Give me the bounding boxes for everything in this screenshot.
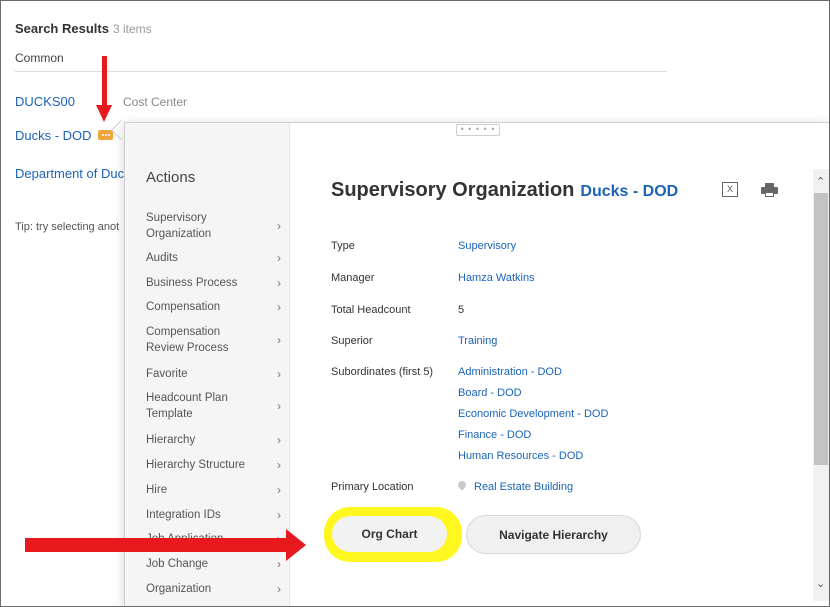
chevron-right-icon: ›	[277, 399, 281, 413]
action-label: Hierarchy Structure	[146, 459, 246, 471]
annotation-arrow-right-head	[286, 529, 306, 561]
annotation-arrow-down	[102, 56, 107, 108]
navigate-hierarchy-button[interactable]: Navigate Hierarchy	[466, 515, 641, 554]
results-divider	[15, 71, 667, 72]
scroll-down-icon[interactable]: ⌄	[816, 577, 825, 590]
chevron-right-icon: ›	[277, 219, 281, 233]
action-item-supervisory-organization[interactable]: Supervisory Organization ›	[146, 210, 281, 242]
annotation-arrow-down-head	[96, 105, 112, 122]
action-label: Compensation	[146, 301, 221, 313]
results-category: Common	[15, 51, 64, 65]
print-icon[interactable]	[761, 183, 778, 197]
export-excel-icon[interactable]: X	[722, 182, 738, 197]
page-title: Supervisory Organization Ducks - DOD	[331, 179, 678, 202]
headcount-label: Total Headcount	[331, 304, 411, 316]
action-item-business-process[interactable]: Business Process ›	[146, 275, 281, 291]
chevron-right-icon: ›	[277, 458, 281, 472]
scroll-up-icon[interactable]: ⌃	[816, 175, 825, 188]
action-label: Compensation Review Process	[146, 326, 229, 354]
search-results-title: Search Results 3 items	[15, 21, 152, 36]
action-item-compensation[interactable]: Compensation ›	[146, 299, 281, 315]
subordinate-link[interactable]: Finance - DOD	[458, 429, 531, 441]
location-value[interactable]: Real Estate Building	[456, 479, 573, 493]
action-label: Organization	[146, 583, 212, 595]
action-item-hire[interactable]: Hire ›	[146, 482, 281, 498]
chevron-right-icon: ›	[277, 367, 281, 381]
chevron-right-icon: ›	[277, 333, 281, 347]
screen: Search Results 3 items Common DUCKS00 Cos…	[0, 0, 830, 607]
actions-title: Actions	[146, 169, 196, 186]
search-tip: Tip: try selecting anot	[15, 221, 120, 233]
action-label: Job Change	[146, 558, 209, 570]
chevron-right-icon: ›	[277, 483, 281, 497]
actions-panel: Actions Supervisory Organization › Audits…	[125, 123, 290, 606]
org-chart-button[interactable]: Org Chart	[332, 516, 447, 552]
location-link[interactable]: Real Estate Building	[474, 481, 573, 493]
action-label: Business Process	[146, 277, 238, 289]
scroll-thumb[interactable]	[814, 193, 828, 465]
action-item-headcount-plan-template[interactable]: Headcount Plan Template ›	[146, 390, 281, 422]
result-link-department[interactable]: Department of Duc	[15, 166, 124, 181]
annotation-arrow-right	[25, 538, 290, 552]
action-item-job-change[interactable]: Job Change ›	[146, 556, 281, 572]
action-item-hierarchy-structure[interactable]: Hierarchy Structure ›	[146, 457, 281, 473]
chevron-right-icon: ›	[277, 251, 281, 265]
action-label: Hire	[146, 484, 168, 496]
type-label: Type	[331, 240, 355, 252]
result-subtitle-cost-center: Cost Center	[123, 95, 188, 109]
action-label: Audits	[146, 252, 178, 264]
action-item-audits[interactable]: Audits ›	[146, 250, 281, 266]
location-label: Primary Location	[331, 481, 414, 493]
chevron-right-icon: ›	[277, 508, 281, 522]
action-label: Favorite	[146, 368, 188, 380]
action-item-compensation-review-process[interactable]: Compensation Review Process ›	[146, 324, 281, 356]
superior-value-link[interactable]: Training	[458, 335, 497, 347]
action-label: Hierarchy	[146, 434, 196, 446]
chevron-right-icon: ›	[277, 300, 281, 314]
chevron-right-icon: ›	[277, 433, 281, 447]
scrollbar[interactable]: ⌃ ⌄	[813, 169, 829, 601]
org-name-link[interactable]: Ducks - DOD	[580, 183, 678, 200]
headcount-value: 5	[458, 304, 465, 316]
subordinate-link[interactable]: Board - DOD	[458, 387, 522, 399]
subordinate-link[interactable]: Economic Development - DOD	[458, 408, 608, 420]
chevron-right-icon: ›	[277, 557, 281, 571]
manager-value-link[interactable]: Hamza Watkins	[458, 272, 535, 284]
chevron-right-icon: ›	[277, 582, 281, 596]
action-label: Headcount Plan Template	[146, 392, 228, 420]
result-link-ducks00[interactable]: DUCKS00	[15, 94, 75, 109]
subordinate-link[interactable]: Administration - DOD	[458, 366, 562, 378]
action-item-hierarchy[interactable]: Hierarchy ›	[146, 432, 281, 448]
subordinate-link[interactable]: Human Resources - DOD	[458, 450, 583, 462]
chevron-right-icon: ›	[277, 276, 281, 290]
drag-handle[interactable]: • • • • •	[456, 124, 500, 136]
result-link-ducks-dod[interactable]: Ducks - DOD	[15, 128, 92, 143]
type-value-link[interactable]: Supervisory	[458, 240, 516, 252]
related-actions-icon[interactable]	[98, 130, 113, 140]
manager-label: Manager	[331, 272, 375, 284]
action-item-organization[interactable]: Organization ›	[146, 581, 281, 597]
action-label: Supervisory Organization	[146, 212, 212, 240]
action-item-integration-ids[interactable]: Integration IDs ›	[146, 507, 281, 523]
page-title-text: Supervisory Organization	[331, 179, 575, 201]
action-label: Integration IDs	[146, 509, 221, 521]
superior-label: Superior	[331, 335, 373, 347]
results-count: 3 items	[112, 22, 152, 36]
action-item-favorite[interactable]: Favorite ›	[146, 366, 281, 382]
subordinates-label: Subordinates (first 5)	[331, 366, 434, 378]
related-actions-popup: • • • • • Actions Supervisory Organizati…	[124, 122, 829, 606]
location-pin-icon	[456, 479, 468, 491]
search-results-heading: Search Results	[15, 21, 109, 36]
